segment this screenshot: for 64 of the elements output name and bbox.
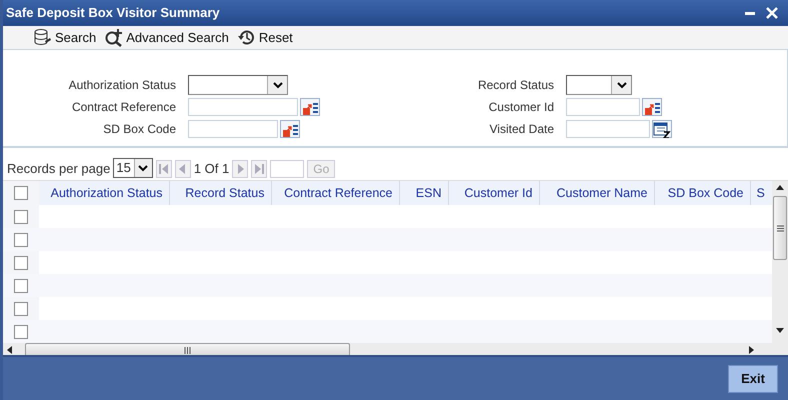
- history-icon: [236, 28, 256, 47]
- reset-button[interactable]: Reset: [236, 28, 293, 48]
- column-header[interactable]: Record Status: [169, 181, 271, 205]
- scrollbar-thumb[interactable]: [773, 196, 787, 260]
- lookup-button[interactable]: [280, 120, 300, 138]
- column-header[interactable]: Customer Id: [448, 181, 539, 205]
- row-checkbox[interactable]: [14, 279, 28, 294]
- grip-icon: [776, 224, 784, 232]
- horizontal-scrollbar[interactable]: [3, 343, 772, 355]
- search-button[interactable]: Search: [33, 28, 96, 48]
- select-all-checkbox[interactable]: [14, 186, 28, 200]
- grip-icon: [184, 346, 191, 354]
- page-size-dropdown[interactable]: 15: [113, 158, 153, 178]
- column-header[interactable]: SD Box Code: [654, 181, 750, 205]
- input-field[interactable]: [566, 98, 640, 116]
- vertical-scrollbar[interactable]: [772, 181, 788, 355]
- column-header[interactable]: ESN: [399, 181, 448, 205]
- chevron-down-icon: [272, 82, 282, 88]
- scroll-up-icon: [776, 185, 784, 190]
- column-header[interactable]: Contract Reference: [271, 181, 399, 205]
- skip-back-icon: [158, 163, 170, 175]
- row-checkbox[interactable]: [14, 302, 28, 316]
- first-page-button[interactable]: [156, 160, 172, 178]
- column-header[interactable]: S: [750, 181, 772, 205]
- input-field[interactable]: [188, 120, 278, 138]
- page-indicator: 1 Of 1: [194, 160, 230, 178]
- row-checkbox[interactable]: [14, 325, 28, 340]
- scroll-right-icon: [748, 346, 754, 354]
- field-label: Authorization Status: [68, 77, 177, 94]
- scroll-left-icon: [7, 346, 13, 354]
- chevron-down-icon: [616, 82, 626, 88]
- field-label: SD Box Code: [102, 121, 177, 138]
- scroll-down-icon: [776, 328, 784, 333]
- records-per-page-label: Records per page: [7, 160, 110, 178]
- field-label: Visited Date: [488, 121, 555, 138]
- lookup-button[interactable]: [300, 98, 320, 116]
- skip-forward-icon: [254, 163, 265, 175]
- close-icon: [766, 7, 778, 20]
- lookup-button[interactable]: [642, 98, 662, 116]
- row-checkbox[interactable]: [14, 256, 28, 270]
- dropdown-field[interactable]: [566, 75, 632, 95]
- column-header[interactable]: Authorization Status: [39, 181, 169, 205]
- scrollbar-thumb[interactable]: [25, 343, 350, 355]
- field-label: Contract Reference: [70, 99, 177, 116]
- next-page-button[interactable]: [232, 160, 248, 178]
- field-label: Record Status: [476, 77, 555, 94]
- last-page-button[interactable]: [251, 160, 268, 178]
- previous-page-button[interactable]: [174, 160, 191, 178]
- page-number-field[interactable]: [270, 160, 304, 178]
- magnifier-plus-icon: [104, 28, 124, 47]
- chevron-down-icon: [138, 164, 148, 172]
- dropdown-field[interactable]: [188, 75, 288, 95]
- window-title: Safe Deposit Box Visitor Summary: [6, 4, 220, 22]
- calendar-button[interactable]: [652, 120, 672, 138]
- calendar-icon: [653, 120, 671, 138]
- minimize-icon: [745, 12, 755, 16]
- exit-button[interactable]: Exit: [728, 364, 778, 392]
- input-field[interactable]: [566, 120, 650, 138]
- row-checkbox[interactable]: [14, 210, 28, 224]
- field-label: Customer Id: [488, 99, 555, 116]
- input-field[interactable]: [188, 98, 298, 116]
- row-checkbox[interactable]: [14, 233, 28, 248]
- column-header[interactable]: Customer Name: [539, 181, 654, 205]
- advanced-search-button[interactable]: Advanced Search: [104, 28, 229, 48]
